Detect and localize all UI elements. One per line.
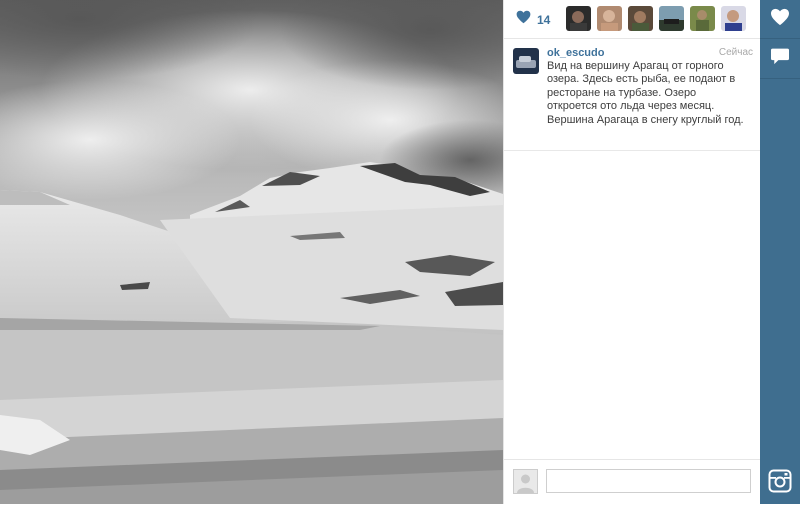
likes-bar: 14 [504, 0, 761, 39]
heart-icon [516, 10, 531, 29]
like-count: 14 [537, 12, 551, 27]
speech-bubble-icon [770, 47, 790, 70]
mountain-lake-photo [0, 0, 503, 504]
sidebar-divider [760, 78, 800, 79]
post-details-panel: 14 ok_escudo Сейчас Вид на вершину Арага… [503, 0, 761, 504]
sidebar-divider [760, 38, 800, 39]
owner-avatar[interactable] [513, 48, 539, 74]
action-sidebar [760, 0, 800, 504]
liker-avatar-3[interactable] [628, 6, 653, 31]
owner-username[interactable]: ok_escudo [547, 47, 604, 59]
liker-avatar-5[interactable] [690, 6, 715, 31]
post-photo[interactable] [0, 0, 503, 504]
liker-avatars [566, 6, 746, 31]
comment-composer [504, 459, 761, 505]
liker-avatar-6[interactable] [721, 6, 746, 31]
current-user-avatar [513, 469, 538, 494]
post-caption: ok_escudo Сейчас Вид на вершину Арагац о… [504, 38, 761, 151]
heart-icon [770, 8, 790, 31]
like-button[interactable] [764, 3, 796, 35]
comment-input[interactable] [546, 469, 751, 493]
liker-avatar-2[interactable] [597, 6, 622, 31]
comment-button[interactable] [764, 42, 796, 74]
liker-avatar-4[interactable] [659, 6, 684, 31]
caption-text: Вид на вершину Арагац от горного озера. … [547, 60, 744, 126]
liker-avatar-1[interactable] [566, 6, 591, 31]
like-count-button[interactable]: 14 [516, 10, 550, 29]
post-timestamp: Сейчас [718, 47, 753, 58]
instagram-icon[interactable] [768, 469, 792, 493]
